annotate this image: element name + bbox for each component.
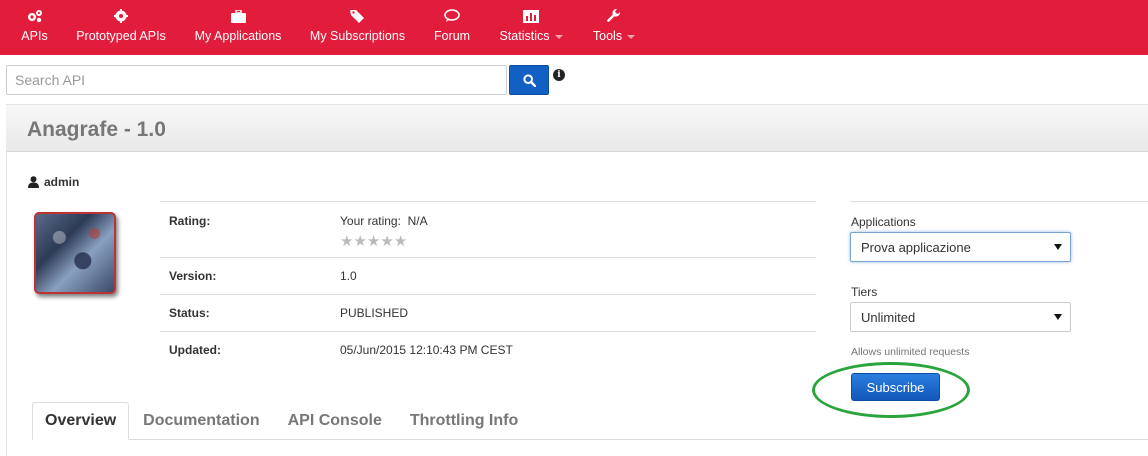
version-value: 1.0: [340, 269, 357, 283]
nav-label: Forum: [433, 29, 471, 43]
updated-value: 05/Jun/2015 12:10:43 PM CEST: [340, 343, 513, 357]
page-title: Anagrafe - 1.0: [27, 118, 166, 141]
dropdown-arrow-icon: [1054, 244, 1062, 250]
tab-api-console[interactable]: API Console: [274, 402, 396, 440]
tier-description: Allows unlimited requests: [851, 346, 970, 358]
owner-name: admin: [44, 175, 80, 189]
dropdown-arrow-icon: [1054, 314, 1062, 320]
star-icon[interactable]: ★: [353, 234, 366, 249]
subscribe-button[interactable]: Subscribe: [851, 373, 940, 401]
tiers-select[interactable]: Unlimited: [850, 302, 1071, 332]
info-icon[interactable]: i: [553, 69, 565, 81]
subscribe-panel-divider: [850, 201, 1148, 202]
tier-selected: Unlimited: [861, 309, 916, 325]
detail-label: Version:: [169, 269, 217, 283]
speech-bubble-icon: [444, 8, 460, 24]
nav-label-wrap: Statistics: [500, 29, 563, 43]
star-icon[interactable]: ★: [367, 234, 380, 249]
detail-row-rating: Rating: Your rating: N/A ★ ★ ★ ★ ★: [160, 202, 816, 258]
nav-label: My Subscriptions: [309, 29, 406, 43]
search-input[interactable]: [6, 65, 507, 95]
detail-row-updated: Updated: 05/Jun/2015 12:10:43 PM CEST: [160, 332, 816, 369]
tab-throttling-info[interactable]: Throttling Info: [396, 402, 532, 440]
nav-label: Tools: [592, 29, 623, 43]
wrench-icon: [607, 8, 621, 24]
applications-label: Applications: [851, 215, 916, 229]
api-title-bar: Anagrafe - 1.0: [6, 104, 1148, 152]
user-icon: [28, 176, 39, 188]
api-details-table: Rating: Your rating: N/A ★ ★ ★ ★ ★ Versi…: [160, 201, 816, 369]
nav-item-my-subscriptions[interactable]: My Subscriptions: [309, 0, 406, 55]
gear-icon: [114, 8, 128, 24]
chart-icon: [523, 8, 539, 24]
nav-label: My Applications: [194, 29, 282, 43]
rating-value: Your rating: N/A ★ ★ ★ ★ ★: [340, 214, 428, 257]
detail-label: Updated:: [169, 343, 221, 357]
tab-documentation[interactable]: Documentation: [129, 402, 273, 440]
your-rating: Your rating: N/A: [340, 214, 428, 228]
star-icon[interactable]: ★: [394, 234, 407, 249]
detail-label: Rating:: [169, 214, 211, 228]
gears-icon: [27, 8, 43, 24]
nav-item-prototyped-apis[interactable]: Prototyped APIs: [76, 0, 166, 55]
star-icon[interactable]: ★: [380, 234, 393, 249]
briefcase-icon: [230, 8, 246, 24]
detail-label: Status:: [169, 306, 210, 320]
detail-row-status: Status: PUBLISHED: [160, 295, 816, 332]
nav-item-tools[interactable]: Tools: [591, 0, 637, 55]
detail-row-version: Version: 1.0: [160, 258, 816, 295]
top-nav-bar: APIs Prototyped APIs My Applications My …: [0, 0, 1148, 55]
api-tabs: Overview Documentation API Console Throt…: [32, 402, 532, 440]
nav-item-forum[interactable]: Forum: [434, 0, 470, 55]
nav-item-my-applications[interactable]: My Applications: [195, 0, 281, 55]
nav-label: APIs: [21, 29, 48, 43]
nav-label-wrap: Tools: [592, 29, 636, 43]
tab-overview[interactable]: Overview: [32, 402, 130, 440]
nav-label: Statistics: [499, 29, 550, 43]
star-rating[interactable]: ★ ★ ★ ★ ★: [340, 234, 428, 249]
search-icon: [522, 73, 536, 87]
api-owner: admin: [28, 175, 79, 189]
tags-icon: [349, 8, 366, 24]
search-button[interactable]: [509, 65, 549, 95]
nav-item-apis[interactable]: APIs: [16, 0, 53, 55]
chevron-down-icon: [554, 34, 563, 39]
nav-item-statistics[interactable]: Statistics: [500, 0, 563, 55]
tiers-label: Tiers: [851, 285, 878, 299]
applications-selected: Prova applicazione: [861, 239, 971, 255]
api-thumbnail: [34, 212, 116, 294]
nav-label: Prototyped APIs: [76, 29, 166, 43]
chevron-down-icon: [627, 34, 636, 39]
star-icon[interactable]: ★: [340, 234, 353, 249]
status-value: PUBLISHED: [340, 306, 409, 320]
applications-select[interactable]: Prova applicazione: [850, 232, 1071, 262]
